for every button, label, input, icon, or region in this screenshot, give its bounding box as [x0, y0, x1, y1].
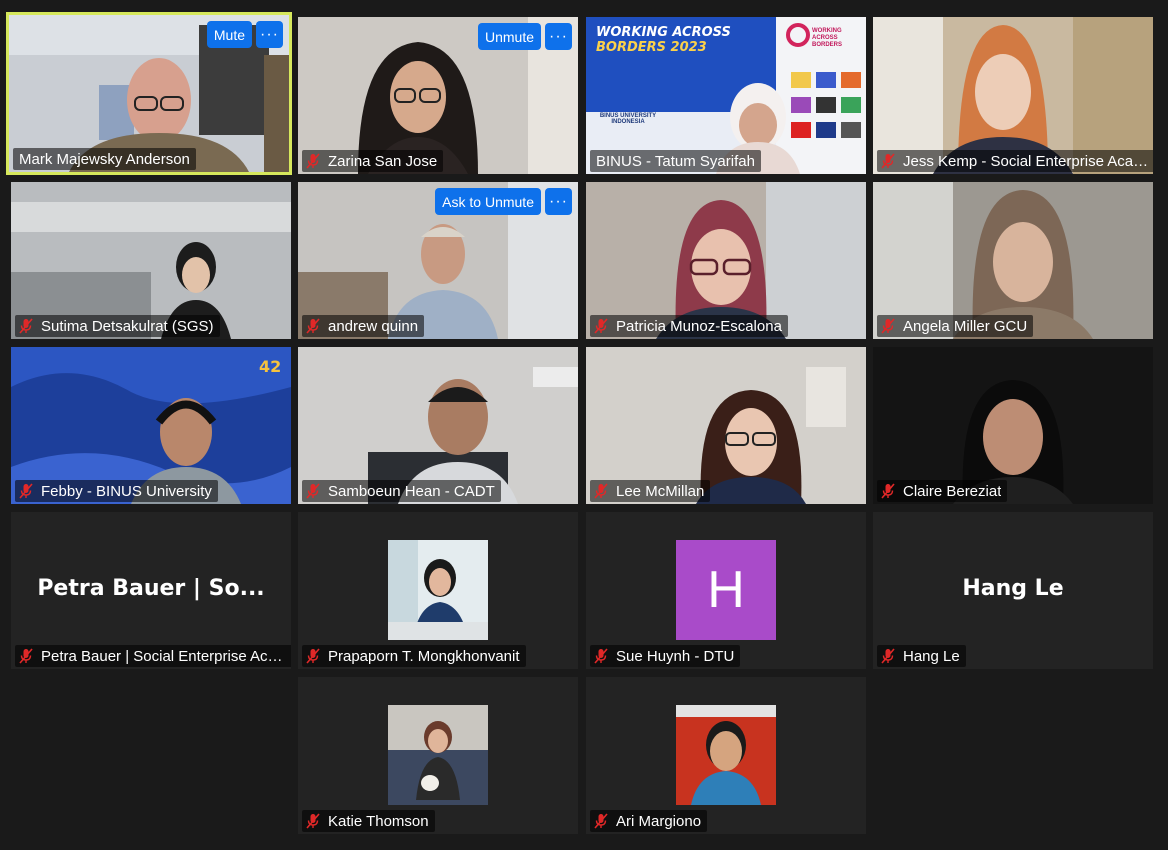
- participant-name-bar: BINUS - Tatum Syarifah: [590, 150, 761, 172]
- participant-tile[interactable]: Petra Bauer | So... Petra Bauer | Social…: [11, 512, 291, 669]
- participant-name-bar: Samboeun Hean - CADT: [302, 480, 501, 502]
- participant-name: Samboeun Hean - CADT: [328, 482, 495, 500]
- mic-muted-icon: [594, 483, 608, 499]
- participant-tile[interactable]: Claire Bereziat: [873, 347, 1153, 504]
- mic-muted-icon: [594, 648, 608, 664]
- participant-name-bar: Sue Huynh - DTU: [590, 645, 741, 667]
- participant-name-bar: Prapaporn T. Mongkhonvanit: [302, 645, 526, 667]
- participant-tile[interactable]: Patricia Munoz-Escalona: [586, 182, 866, 339]
- more-options-button[interactable]: ···: [545, 23, 572, 50]
- event-logo-text: WORKING ACROSS BORDERS: [812, 28, 843, 48]
- participant-tile[interactable]: Katie Thomson: [298, 677, 578, 834]
- participant-name: Hang Le: [903, 647, 960, 665]
- participant-tile[interactable]: H Sue Huynh - DTU: [586, 512, 866, 669]
- participant-name: Lee McMillan: [616, 482, 705, 500]
- mic-muted-icon: [881, 153, 895, 169]
- participant-name-bar: Zarina San Jose: [302, 150, 444, 172]
- participant-name-bar: Mark Majewsky Anderson: [13, 148, 196, 170]
- participant-tile[interactable]: Jess Kemp - Social Enterprise Acad...: [873, 17, 1153, 174]
- participant-name: Angela Miller GCU: [903, 317, 1028, 335]
- participant-tile[interactable]: Hang Le Hang Le: [873, 512, 1153, 669]
- mic-muted-icon: [306, 153, 320, 169]
- participant-name: Zarina San Jose: [328, 152, 438, 170]
- participant-tile[interactable]: Ask to Unmute ··· andrew quinn: [298, 182, 578, 339]
- participant-tile[interactable]: Prapaporn T. Mongkhonvanit: [298, 512, 578, 669]
- mic-muted-icon: [306, 483, 320, 499]
- university-logo: BINUS UNIVERSITY INDONESIA: [598, 113, 658, 125]
- participant-name-bar: Petra Bauer | Social Enterprise Aca...: [15, 645, 291, 667]
- university-country: INDONESIA: [611, 119, 645, 125]
- profile-photo: [676, 705, 776, 805]
- participant-name-bar: Katie Thomson: [302, 810, 435, 832]
- mic-muted-icon: [594, 813, 608, 829]
- mic-muted-icon: [306, 813, 320, 829]
- participant-tile[interactable]: Ari Margiono: [586, 677, 866, 834]
- mute-button[interactable]: Mute: [206, 21, 252, 48]
- profile-photo: [388, 705, 488, 805]
- participant-tile[interactable]: Samboeun Hean - CADT: [298, 347, 578, 504]
- mic-muted-icon: [19, 483, 33, 499]
- event-banner-title: WORKING ACROSS BORDERS 2023: [596, 25, 731, 55]
- participant-name: Patricia Munoz-Escalona: [616, 317, 782, 335]
- participant-tile[interactable]: Mute ··· Mark Majewsky Anderson: [6, 12, 292, 175]
- participant-name: Sue Huynh - DTU: [616, 647, 735, 665]
- participant-display-name: Petra Bauer | So...: [37, 576, 265, 601]
- mic-muted-icon: [881, 318, 895, 334]
- participant-tile[interactable]: Angela Miller GCU: [873, 182, 1153, 339]
- participant-name-bar: Jess Kemp - Social Enterprise Acad...: [877, 150, 1153, 172]
- participant-name: Sutima Detsakulrat (SGS): [41, 317, 214, 335]
- profile-photo: [388, 540, 488, 640]
- participant-tile[interactable]: Sutima Detsakulrat (SGS): [11, 182, 291, 339]
- participant-tile[interactable]: Lee McMillan: [586, 347, 866, 504]
- participant-name: BINUS - Tatum Syarifah: [596, 152, 755, 170]
- mic-muted-icon: [881, 648, 895, 664]
- more-options-button[interactable]: ···: [545, 188, 572, 215]
- participant-name: Ari Margiono: [616, 812, 702, 830]
- participant-name-bar: Angela Miller GCU: [877, 315, 1034, 337]
- participant-name-bar: andrew quinn: [302, 315, 425, 337]
- participant-name-bar: Sutima Detsakulrat (SGS): [15, 315, 220, 337]
- participant-tile[interactable]: WORKING ACROSS BORDERS 2023 WORKING ACRO…: [586, 17, 866, 174]
- mic-muted-icon: [881, 483, 895, 499]
- participant-display-name: Hang Le: [962, 576, 1064, 601]
- avatar: H: [676, 540, 776, 640]
- participant-name-bar: Patricia Munoz-Escalona: [590, 315, 788, 337]
- mic-muted-icon: [306, 648, 320, 664]
- participant-name-bar: Lee McMillan: [590, 480, 711, 502]
- unmute-button[interactable]: Unmute: [477, 23, 541, 50]
- mic-muted-icon: [594, 318, 608, 334]
- participant-tile[interactable]: 42 Febby - BINUS University: [11, 347, 291, 504]
- svg-text:42: 42: [259, 357, 281, 376]
- more-options-button[interactable]: ···: [256, 21, 283, 48]
- event-banner-line1: WORKING ACROSS: [596, 25, 731, 40]
- mic-muted-icon: [306, 318, 320, 334]
- event-banner-line2: BORDERS 2023: [596, 40, 707, 55]
- participant-name-bar: Hang Le: [877, 645, 966, 667]
- participant-name-bar: Claire Bereziat: [877, 480, 1008, 502]
- participant-name: Mark Majewsky Anderson: [19, 150, 190, 168]
- participant-name-bar: Febby - BINUS University: [15, 480, 218, 502]
- participant-name: Katie Thomson: [328, 812, 429, 830]
- participant-name: Claire Bereziat: [903, 482, 1002, 500]
- participant-name: andrew quinn: [328, 317, 419, 335]
- participant-name: Prapaporn T. Mongkhonvanit: [328, 647, 520, 665]
- mic-muted-icon: [19, 648, 33, 664]
- participant-name: Petra Bauer | Social Enterprise Aca...: [41, 647, 287, 665]
- participant-name: Febby - BINUS University: [41, 482, 212, 500]
- participant-name-bar: Ari Margiono: [590, 810, 708, 832]
- participant-tile[interactable]: Unmute ··· Zarina San Jose: [298, 17, 578, 174]
- mic-muted-icon: [19, 318, 33, 334]
- participant-name: Jess Kemp - Social Enterprise Acad...: [903, 152, 1149, 170]
- ask-to-unmute-button[interactable]: Ask to Unmute: [435, 188, 541, 215]
